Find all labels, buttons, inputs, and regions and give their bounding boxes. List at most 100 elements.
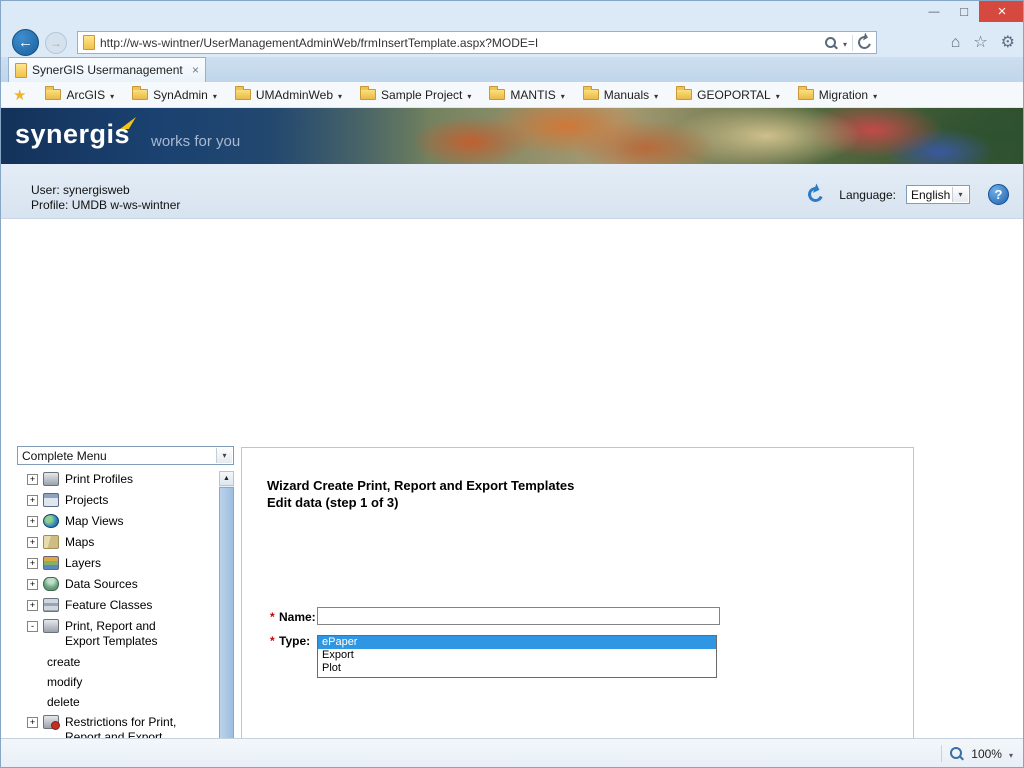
scroll-up-icon[interactable] — [219, 471, 234, 486]
back-button[interactable]: ← — [12, 29, 39, 56]
menu-mode-select[interactable]: Complete Menu — [17, 446, 234, 465]
favorite-umadminweb[interactable]: UMAdminWeb — [226, 86, 351, 104]
sidebar-item-delete[interactable]: delete — [17, 692, 234, 712]
page-content: Complete Menu + Print Profiles + Project… — [1, 219, 1024, 738]
type-option-plot[interactable]: Plot — [318, 662, 716, 675]
address-bar[interactable]: http://w-ws-wintner/UserManagementAdminW… — [77, 31, 877, 54]
zoom-control[interactable]: 100% — [941, 745, 1013, 762]
expand-icon[interactable]: + — [27, 600, 38, 611]
browser-actions: ⌂ ☆ ⚙ — [951, 32, 1015, 53]
collapse-icon[interactable]: - — [27, 621, 38, 632]
chevron-down-icon[interactable] — [873, 88, 877, 102]
name-input[interactable] — [317, 607, 720, 625]
wizard-panel: Wizard Create Print, Report and Export T… — [241, 447, 914, 768]
user-bar-controls: Language: English ? — [808, 184, 1009, 205]
sidebar-item-map-views[interactable]: + Map Views — [17, 511, 234, 532]
url-text[interactable]: http://w-ws-wintner/UserManagementAdminW… — [100, 36, 819, 50]
user-value: synergisweb — [63, 183, 130, 197]
tab-close-icon[interactable] — [192, 61, 199, 79]
folder-icon — [132, 89, 148, 100]
help-button[interactable]: ? — [988, 184, 1009, 205]
sidebar-item-label[interactable]: Data Sources — [65, 577, 138, 592]
chevron-down-icon[interactable] — [776, 88, 780, 102]
favorite-geoportal[interactable]: GEOPORTAL — [667, 86, 789, 104]
required-marker: * — [270, 634, 275, 648]
favorite-label: Migration — [819, 88, 868, 102]
sidebar-item-projects[interactable]: + Projects — [17, 490, 234, 511]
favorite-synadmin[interactable]: SynAdmin — [123, 86, 226, 104]
user-info: User: synergisweb Profile: UMDB w-ws-win… — [31, 183, 180, 213]
type-option-epaper[interactable]: ePaper — [318, 636, 716, 649]
folder-icon — [489, 89, 505, 100]
favorite-arcgis[interactable]: ArcGIS — [36, 86, 123, 104]
home-icon[interactable]: ⌂ — [951, 35, 961, 51]
sidebar-item-label[interactable]: Map Views — [65, 514, 123, 529]
required-marker: * — [270, 610, 275, 624]
chevron-down-icon[interactable] — [654, 88, 658, 102]
favorite-label: MANTIS — [510, 88, 555, 102]
sidebar-item-label[interactable]: modify — [47, 675, 82, 689]
expand-icon[interactable]: + — [27, 474, 38, 485]
refresh-icon[interactable] — [806, 185, 826, 205]
sidebar-item-print-profiles[interactable]: + Print Profiles — [17, 469, 234, 490]
divider — [852, 35, 853, 51]
chevron-down-icon[interactable] — [213, 88, 217, 102]
expand-icon[interactable]: + — [27, 717, 38, 728]
sidebar-item-label[interactable]: Print, Report and Export Templates — [65, 619, 183, 649]
chevron-down-icon[interactable] — [110, 88, 114, 102]
maximize-button[interactable] — [949, 1, 979, 22]
sidebar-scrollbar[interactable] — [219, 471, 234, 768]
folder-icon — [583, 89, 599, 100]
folder-icon — [676, 89, 692, 100]
sidebar-item-label[interactable]: create — [47, 655, 80, 669]
page-icon — [83, 35, 95, 50]
favorite-migration[interactable]: Migration — [789, 86, 886, 104]
sidebar-item-print-report-export-templates[interactable]: - Print, Report and Export Templates — [17, 616, 234, 652]
scrollbar-thumb[interactable] — [219, 487, 234, 768]
expand-icon[interactable]: + — [27, 558, 38, 569]
settings-gear-icon[interactable]: ⚙ — [1001, 35, 1015, 51]
favorite-mantis[interactable]: MANTIS — [480, 86, 573, 104]
language-select[interactable]: English — [906, 185, 970, 204]
refresh-icon[interactable] — [856, 34, 874, 52]
chevron-down-icon[interactable] — [561, 88, 565, 102]
expand-icon[interactable]: + — [27, 579, 38, 590]
synergis-logo: synergis — [15, 119, 130, 150]
app-banner: synergis works for you — [1, 108, 1024, 164]
chevron-down-icon[interactable] — [338, 88, 342, 102]
chevron-down-icon[interactable] — [843, 34, 847, 52]
sidebar-item-label[interactable]: Feature Classes — [65, 598, 152, 613]
sidebar-item-modify[interactable]: modify — [17, 672, 234, 692]
chevron-down-icon[interactable] — [1009, 747, 1013, 761]
sidebar-item-layers[interactable]: + Layers — [17, 553, 234, 574]
restrictions-icon — [43, 715, 59, 729]
folder-icon — [45, 89, 61, 100]
favorite-label: ArcGIS — [66, 88, 105, 102]
sidebar-item-label[interactable]: Projects — [65, 493, 108, 508]
expand-icon[interactable]: + — [27, 537, 38, 548]
favorites-star-icon[interactable]: ★ — [13, 86, 26, 104]
sidebar-item-create[interactable]: create — [17, 652, 234, 672]
tab-page-icon — [15, 63, 27, 78]
sidebar-item-feature-classes[interactable]: + Feature Classes — [17, 595, 234, 616]
favorite-label: GEOPORTAL — [697, 88, 771, 102]
favorites-icon[interactable]: ☆ — [973, 35, 987, 51]
chevron-down-icon[interactable] — [467, 88, 471, 102]
expand-icon[interactable]: + — [27, 516, 38, 527]
search-icon[interactable] — [824, 36, 838, 50]
minimize-button[interactable] — [919, 1, 949, 22]
sidebar-item-label[interactable]: Print Profiles — [65, 472, 133, 487]
sidebar-tree: + Print Profiles + Projects + Map Views … — [17, 469, 234, 768]
sidebar-item-label[interactable]: delete — [47, 695, 80, 709]
sidebar-item-data-sources[interactable]: + Data Sources — [17, 574, 234, 595]
close-button[interactable] — [979, 1, 1024, 22]
favorite-manuals[interactable]: Manuals — [574, 86, 667, 104]
type-option-export[interactable]: Export — [318, 649, 716, 662]
forward-button[interactable]: → — [45, 32, 67, 54]
tab-synergis-usermanagement[interactable]: SynerGIS Usermanagement ... — [8, 57, 206, 82]
sidebar-item-label[interactable]: Layers — [65, 556, 101, 571]
sidebar-item-maps[interactable]: + Maps — [17, 532, 234, 553]
favorite-sample-project[interactable]: Sample Project — [351, 86, 480, 104]
sidebar-item-label[interactable]: Maps — [65, 535, 94, 550]
expand-icon[interactable]: + — [27, 495, 38, 506]
